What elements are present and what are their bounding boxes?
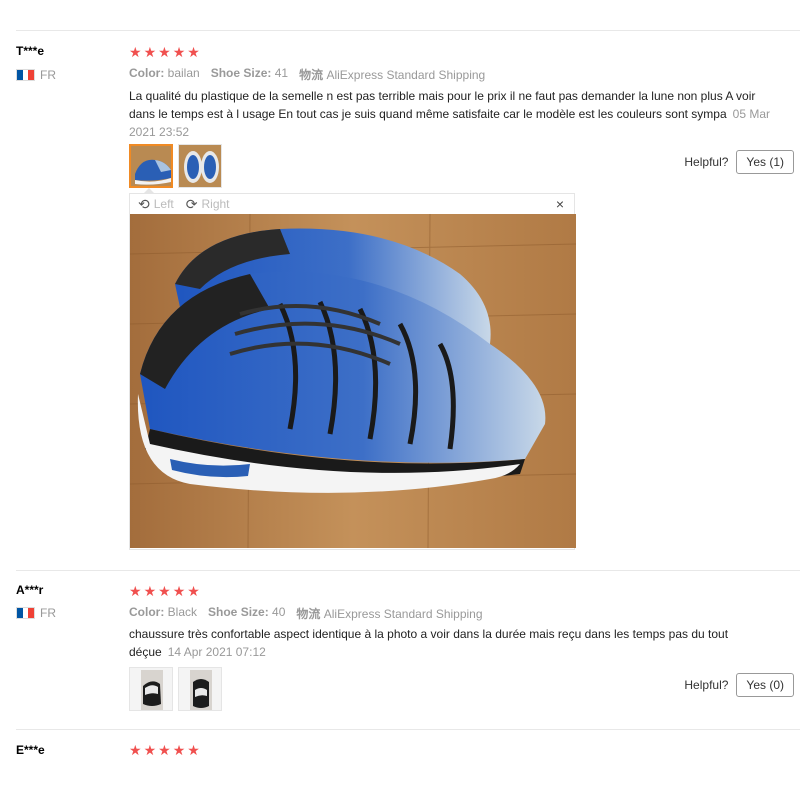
star-icon: ★ — [187, 44, 200, 60]
size-value: 40 — [272, 605, 286, 619]
france-flag-icon — [16, 607, 35, 619]
rotate-left-button[interactable]: Left — [154, 197, 174, 211]
star-icon: ★ — [172, 44, 186, 60]
review-photo-thumbnail[interactable] — [129, 144, 173, 188]
shipping-value: AliExpress Standard Shipping — [323, 607, 483, 621]
reviewer-name: E***e — [16, 743, 45, 757]
review-photo-thumbnail[interactable] — [178, 667, 222, 711]
review-photo-thumbnail[interactable] — [129, 667, 173, 711]
helpful-section: Helpful? Yes (0) — [684, 673, 794, 697]
star-icon: ★ — [129, 44, 142, 60]
review-divider — [16, 729, 800, 730]
rating-stars: ★ ★ ★ ★ ★ — [129, 743, 200, 757]
star-icon: ★ — [187, 583, 200, 599]
review-photo-thumbnail[interactable] — [178, 144, 222, 188]
color-label: Color: — [129, 66, 165, 80]
star-icon: ★ — [143, 742, 157, 758]
helpful-label: Helpful? — [684, 678, 729, 692]
review-photos — [129, 144, 222, 188]
helpful-yes-button[interactable]: Yes (0) — [736, 673, 794, 697]
color-value: bailan — [167, 66, 200, 80]
shipping-value: AliExpress Standard Shipping — [326, 68, 486, 82]
review-divider-top — [16, 30, 800, 31]
star-icon: ★ — [129, 583, 142, 599]
shipping-label: 物流 — [299, 68, 324, 82]
star-icon: ★ — [187, 742, 200, 758]
reviewer-name: T***e — [16, 44, 45, 58]
star-icon: ★ — [172, 742, 186, 758]
review-text: La qualité du plastique de la semelle n … — [129, 87, 779, 141]
size-value: 41 — [274, 66, 289, 80]
rotate-right-icon[interactable]: ⟳ — [186, 196, 198, 213]
reviewer-country: FR — [16, 68, 56, 82]
reviewer-country: FR — [16, 606, 56, 620]
size-label: Shoe Size: — [208, 605, 269, 619]
helpful-yes-button[interactable]: Yes (1) — [736, 150, 794, 174]
review-body: La qualité du plastique de la semelle n … — [129, 89, 756, 121]
viewer-toolbar: ⟲ Left ⟳ Right × — [130, 194, 574, 214]
product-attributes: Color: Black Shoe Size: 40 物流 AliExpress… — [129, 605, 483, 622]
star-icon: ★ — [172, 583, 186, 599]
size-label: Shoe Size: — [210, 66, 272, 80]
rating-stars: ★ ★ ★ ★ ★ — [129, 584, 200, 598]
rotate-left-icon[interactable]: ⟲ — [138, 196, 150, 213]
star-icon: ★ — [143, 44, 157, 60]
star-icon: ★ — [143, 583, 157, 599]
review-date: 14 Apr 2021 07:12 — [167, 645, 266, 659]
review-photo-large — [130, 214, 576, 548]
star-icon: ★ — [158, 583, 171, 599]
color-label: Color: — [129, 605, 165, 619]
country-code: FR — [40, 68, 56, 82]
rating-stars: ★ ★ ★ ★ ★ — [129, 45, 200, 59]
france-flag-icon — [16, 69, 35, 81]
country-code: FR — [40, 606, 56, 620]
helpful-section: Helpful? Yes (1) — [684, 150, 794, 174]
star-icon: ★ — [158, 44, 171, 60]
review-text: chaussure très confortable aspect identi… — [129, 625, 779, 661]
photo-viewer: ⟲ Left ⟳ Right × — [129, 193, 576, 550]
color-value: Black — [167, 605, 198, 619]
review-photos — [129, 667, 222, 711]
rotate-right-button[interactable]: Right — [201, 197, 229, 211]
close-icon[interactable]: × — [556, 196, 564, 212]
shipping-label: 物流 — [296, 607, 321, 621]
reviewer-name: A***r — [16, 583, 44, 597]
product-attributes: Color: bailan Shoe Size: 41 物流 AliExpres… — [129, 66, 485, 83]
helpful-label: Helpful? — [684, 155, 729, 169]
star-icon: ★ — [129, 742, 142, 758]
star-icon: ★ — [158, 742, 171, 758]
review-divider — [16, 570, 800, 571]
